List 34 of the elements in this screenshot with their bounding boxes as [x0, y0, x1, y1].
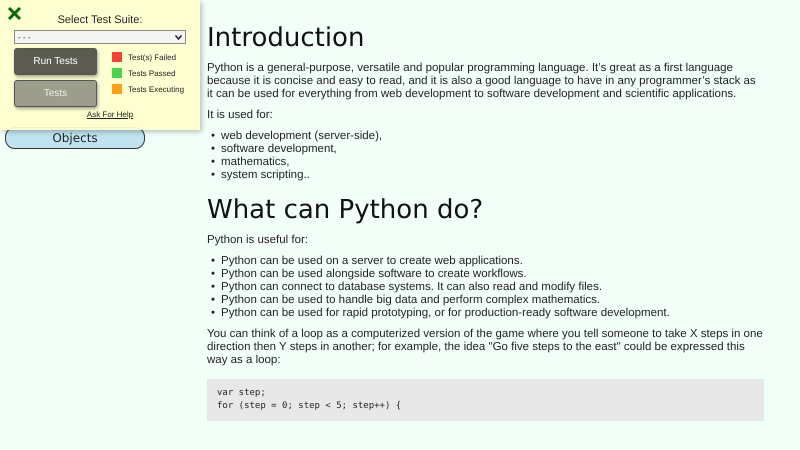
bullet: • — [211, 255, 216, 268]
paragraph: Python is useful for: — [207, 234, 309, 247]
suite-select[interactable]: - - - — [14, 30, 186, 44]
list-item: system scripting.. — [221, 169, 310, 182]
bullet: • — [211, 130, 216, 143]
bullet: • — [211, 307, 216, 320]
bullet: • — [211, 143, 216, 156]
panel-title: Select Test Suite: — [56, 14, 144, 26]
legend-label: Tests Passed — [128, 68, 176, 78]
list-item: Python can be used for rapid prototyping, or for production-ready software development. — [221, 307, 670, 320]
test-button[interactable]: Run Tests — [14, 48, 97, 75]
list-item: Python can connect to database systems. It can also read and modify files. — [221, 281, 602, 294]
bullet: • — [211, 156, 216, 169]
list-item: Python can be used to handle big data and perform complex mathematics. — [221, 294, 600, 307]
help-link[interactable]: Ask For Help — [8, 110, 192, 119]
section-heading: Introduction — [207, 22, 366, 54]
list-item: software development, — [221, 143, 337, 156]
legend-label: Tests Executing — [128, 84, 184, 94]
bullet: • — [211, 268, 216, 281]
bullet: • — [211, 294, 216, 307]
paragraph: It is used for: — [207, 109, 274, 122]
list-item: mathematics, — [221, 156, 290, 169]
list-item: web development (server-side), — [221, 130, 382, 143]
code-block: var step; for (step = 0; step < 5; step++) { — [207, 379, 764, 421]
list-item: Python can be used on a server to create web applications. — [221, 255, 523, 268]
list-item: Python can be used alongside software to create workflows. — [221, 268, 527, 281]
section-heading: What can Python do? — [207, 194, 484, 226]
paragraph: Python is a general-purpose, versatile and popular programming language. It’s great as a first language because it is concise and easy to read, and it is also a good language to have in any programmer’s stack as it can be used for everything from web development to software development and scientific applications. — [207, 62, 757, 101]
paragraph: You can think of a loop as a computerized version of the game where you tell someone to take X steps in one direction then Y steps in another; for example, the idea "Go five steps to the east" could be expressed this way as a loop: — [207, 328, 764, 367]
bullet: • — [211, 169, 216, 182]
caret-icon — [175, 34, 182, 40]
legend-label: Test(s) Failed — [128, 52, 176, 62]
bullet: • — [211, 281, 216, 294]
close-icon[interactable] — [8, 7, 21, 20]
